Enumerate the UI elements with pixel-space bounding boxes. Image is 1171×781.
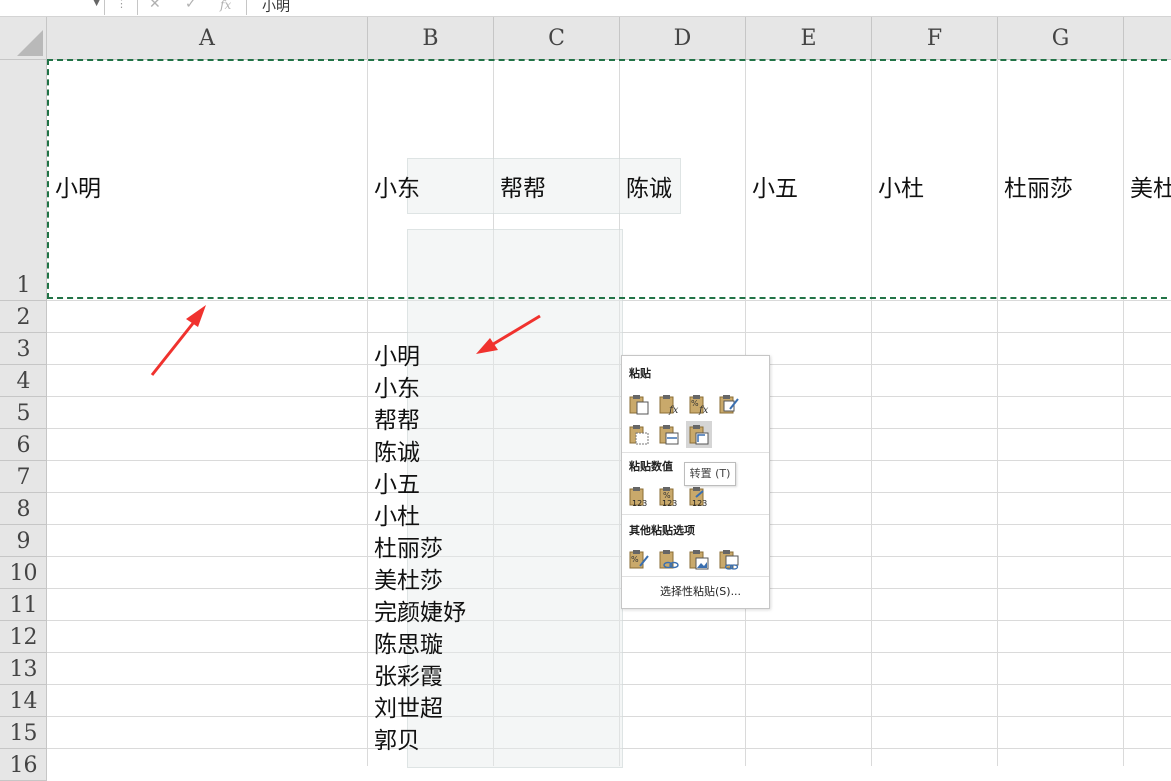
- column-header-b[interactable]: B: [368, 17, 494, 59]
- paste-formulas-icon[interactable]: fx: [658, 393, 680, 415]
- row-header-10[interactable]: 10: [0, 557, 47, 589]
- svg-text:123: 123: [692, 499, 707, 507]
- more-icon: ⋮: [116, 0, 127, 10]
- column-header-h[interactable]: [1124, 17, 1171, 59]
- row-header-3[interactable]: 3: [0, 333, 47, 365]
- cell-b12[interactable]: 陈思璇: [374, 625, 443, 659]
- svg-text:fx: fx: [668, 405, 679, 415]
- copy-marquee: [47, 59, 1171, 299]
- row-header-15[interactable]: 15: [0, 717, 47, 749]
- select-all-triangle: [17, 30, 43, 56]
- row-header-14[interactable]: 14: [0, 685, 47, 717]
- other-paste-options-heading: 其他粘贴选项: [629, 524, 695, 537]
- row-header-1[interactable]: 1: [0, 60, 47, 301]
- cell-b7[interactable]: 小五: [374, 465, 420, 499]
- keep-column-widths-icon[interactable]: [658, 423, 680, 445]
- column-header-a[interactable]: A: [47, 17, 368, 59]
- svg-text:123: 123: [632, 499, 647, 507]
- values-number-format-icon[interactable]: %123: [658, 485, 680, 507]
- formatting-icon[interactable]: %: [628, 548, 650, 570]
- cell-b4[interactable]: 小东: [374, 369, 420, 403]
- picture-icon[interactable]: [688, 548, 710, 570]
- values-icon[interactable]: 123: [628, 485, 650, 507]
- column-header-row: A B C D E F G: [0, 17, 1171, 60]
- column-header-e[interactable]: E: [746, 17, 872, 59]
- menu-separator: [622, 452, 769, 453]
- transpose-icon[interactable]: [688, 423, 710, 445]
- row-header-13[interactable]: 13: [0, 653, 47, 685]
- formula-input[interactable]: 小明: [262, 0, 290, 16]
- svg-text:%: %: [691, 399, 699, 408]
- column-header-c[interactable]: C: [494, 17, 620, 59]
- row-header-4[interactable]: 4: [0, 365, 47, 397]
- row-header-9[interactable]: 9: [0, 525, 47, 557]
- linked-picture-icon[interactable]: [718, 548, 740, 570]
- formula-buttons: ✕ ✓ fx: [137, 0, 247, 15]
- fx-icon[interactable]: fx: [220, 0, 231, 12]
- paste-link-icon[interactable]: [658, 548, 680, 570]
- select-all-button[interactable]: [0, 17, 47, 59]
- no-borders-icon[interactable]: [628, 423, 650, 445]
- row-header-8[interactable]: 8: [0, 493, 47, 525]
- chevron-down-icon[interactable]: ▼: [93, 0, 100, 8]
- column-header-f[interactable]: F: [872, 17, 998, 59]
- svg-text:%: %: [631, 555, 639, 564]
- row-header-7[interactable]: 7: [0, 461, 47, 493]
- formula-bar: ▼ ⋮ ✕ ✓ fx 小明: [0, 0, 1171, 17]
- svg-text:123: 123: [662, 499, 677, 507]
- cell-b11[interactable]: 完颜婕妤: [374, 593, 466, 627]
- menu-separator: [622, 576, 769, 577]
- column-header-d[interactable]: D: [620, 17, 746, 59]
- enter-icon[interactable]: ✓: [185, 0, 197, 12]
- column-header-g[interactable]: G: [998, 17, 1124, 59]
- paste-heading: 粘贴: [629, 367, 651, 380]
- row-header-16[interactable]: 16: [0, 749, 47, 781]
- values-source-formatting-icon[interactable]: 123: [688, 485, 710, 507]
- transpose-tooltip: 转置 (T): [684, 462, 736, 486]
- menu-separator: [622, 514, 769, 515]
- cell-b10[interactable]: 美杜莎: [374, 561, 443, 595]
- keep-source-formatting-icon[interactable]: [718, 393, 740, 415]
- cell-b15[interactable]: 郭贝: [374, 721, 420, 755]
- row-header-2[interactable]: 2: [0, 301, 47, 333]
- paste-icon[interactable]: [628, 393, 650, 415]
- cancel-icon[interactable]: ✕: [149, 0, 161, 12]
- paste-values-heading: 粘贴数值: [629, 460, 673, 473]
- row-header-6[interactable]: 6: [0, 429, 47, 461]
- name-box[interactable]: ▼: [0, 0, 105, 15]
- cell-b6[interactable]: 陈诚: [374, 433, 420, 467]
- cell-b5[interactable]: 帮帮: [374, 401, 420, 435]
- cell-b14[interactable]: 刘世超: [374, 689, 443, 723]
- row-header-11[interactable]: 11: [0, 589, 47, 621]
- svg-text:fx: fx: [698, 405, 709, 415]
- paste-special-item[interactable]: 选择性粘贴(S)...: [660, 583, 741, 599]
- worksheet: A B C D E F G 1 2 3 4 5 6 7 8 9 10 11 12…: [0, 17, 1171, 781]
- cell-b8[interactable]: 小杜: [374, 497, 420, 531]
- row-header-5[interactable]: 5: [0, 397, 47, 429]
- cell-b9[interactable]: 杜丽莎: [374, 529, 443, 563]
- paste-formulas-number-format-icon[interactable]: %fx: [688, 393, 710, 415]
- cell-b3[interactable]: 小明: [374, 337, 420, 371]
- row-header-12[interactable]: 12: [0, 621, 47, 653]
- cell-b13[interactable]: 张彩霞: [374, 657, 443, 691]
